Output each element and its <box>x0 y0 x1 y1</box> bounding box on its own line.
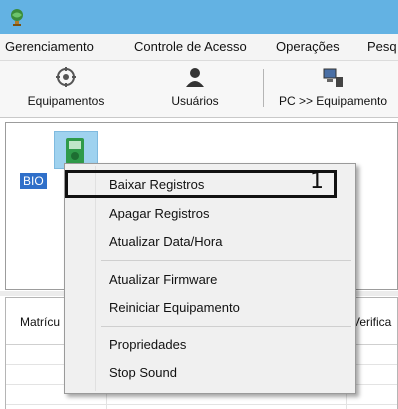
menu-separator <box>101 326 351 327</box>
menu-gerenciamento[interactable]: Gerenciamento <box>5 39 94 54</box>
pc-to-device-icon <box>323 68 343 87</box>
menu-controle-de-acesso[interactable]: Controle de Acesso <box>134 39 247 54</box>
devices-icon <box>56 67 76 87</box>
context-menu: Baixar Registros Apagar Registros Atuali… <box>64 163 356 394</box>
highlight-annotation-box: 1 <box>65 169 337 198</box>
toolbar-equipamentos-button[interactable]: Equipamentos <box>10 65 122 108</box>
toolbar-pc-equipamento-label: PC >> Equipamento <box>278 94 388 108</box>
menu-bar: Gerenciamento Controle de Acesso Operaçõ… <box>0 34 398 61</box>
menu-item-atualizar-firmware[interactable]: Atualizar Firmware <box>109 272 217 287</box>
menu-item-stop-sound[interactable]: Stop Sound <box>109 365 177 380</box>
toolbar-separator <box>263 69 264 107</box>
device-label[interactable]: BIO <box>20 173 47 189</box>
users-icon <box>186 68 204 87</box>
toolbar-equipamentos-label: Equipamentos <box>27 94 105 108</box>
menu-item-apagar-registros[interactable]: Apagar Registros <box>109 206 209 221</box>
menu-item-atualizar-data-hora[interactable]: Atualizar Data/Hora <box>109 234 222 249</box>
toolbar-usuarios-label: Usuários <box>171 94 219 108</box>
menu-item-reiniciar-equipamento[interactable]: Reiniciar Equipamento <box>109 300 240 315</box>
annotation-number: 1 <box>310 169 324 194</box>
menu-pesquisa[interactable]: Pesq <box>367 39 397 54</box>
toolbar-pc-equipamento-button[interactable]: PC >> Equipamento <box>268 65 398 108</box>
grid-row-line <box>6 404 397 405</box>
menu-item-propriedades[interactable]: Propriedades <box>109 337 186 352</box>
globe-app-icon[interactable] <box>9 8 25 26</box>
menu-gutter <box>95 166 96 391</box>
title-bar <box>0 0 398 34</box>
column-matricula[interactable]: Matrícu <box>20 315 60 329</box>
menu-operacoes[interactable]: Operações <box>276 39 340 54</box>
toolbar: Equipamentos Usuários PC >> Equipamento <box>0 61 398 118</box>
toolbar-usuarios-button[interactable]: Usuários <box>150 65 240 108</box>
menu-separator <box>101 260 351 261</box>
column-verificacao[interactable]: Verifica <box>352 315 391 329</box>
